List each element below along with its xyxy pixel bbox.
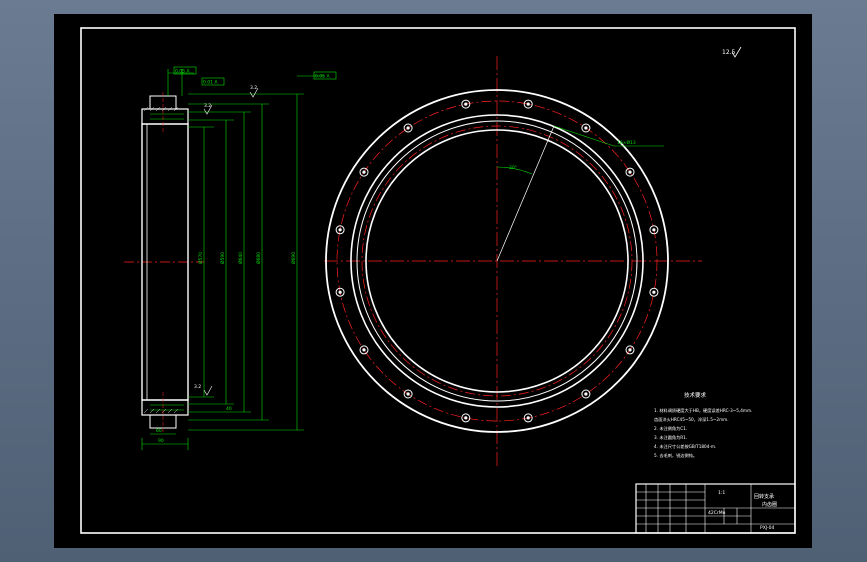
section-view: 0.05 A 0.01 A 0.05 A 3.2 3.2 3.2 Ø570 Ø5… xyxy=(124,66,337,450)
bolt-hole-center xyxy=(464,102,468,106)
technical-notes: 技术要求 1. 材料调质硬度大于HB，硬度误差HRC-3~5,4mm. 齿面淬火… xyxy=(654,391,752,459)
drawing-sheet: 12.5 0.05 A 0.01 A 0.05 A 3.2 3.2 3.2 Ø5… xyxy=(54,14,812,548)
drawing-canvas: 12.5 0.05 A 0.01 A 0.05 A 3.2 3.2 3.2 Ø5… xyxy=(80,27,796,534)
dim-d2: Ø590 xyxy=(219,252,226,264)
bolt-hole-center xyxy=(526,416,530,420)
bolt-hole-center xyxy=(526,102,530,106)
dim-d4: Ø680 xyxy=(255,252,262,264)
front-view: 30° 16×Ø13 xyxy=(324,56,702,469)
bolt-hole-center xyxy=(362,170,366,174)
bolt-hole-center xyxy=(338,290,342,294)
bolt-hole-center xyxy=(464,416,468,420)
titleblock-part-name: 内齿圈 xyxy=(762,501,777,508)
dim-width: 40 xyxy=(226,406,232,412)
notes-title: 技术要求 xyxy=(684,391,707,399)
tolerance-c-text: 0.05 A xyxy=(315,74,330,80)
note-line: 3. 未注圆角为R1. xyxy=(654,434,687,441)
titleblock-drawing-no: PXJ-04 xyxy=(760,525,774,531)
note-line: 1. 材料调质硬度大于HB，硬度误差HRC-3~5,4mm. xyxy=(654,407,752,414)
dim-d3: Ø640 xyxy=(237,252,244,264)
bolt-hole-center xyxy=(652,228,656,232)
note-line: 5. 去毛刺，锐边倒钝。 xyxy=(654,452,697,459)
note-line: 4. 未注尺寸公差按GB/T1804-m. xyxy=(654,443,716,450)
roughness-a: 3.2 xyxy=(250,85,257,91)
roughness-b: 3.2 xyxy=(204,103,211,109)
top-tooth-region xyxy=(141,108,189,125)
titleblock-scale: 1:1 xyxy=(718,490,725,496)
bolt-hole-center xyxy=(652,290,656,294)
note-line: 2. 未注倒角为C1. xyxy=(654,425,687,432)
bottom-tooth-region xyxy=(141,399,189,416)
hole-callout: 16×Ø13 xyxy=(617,139,636,146)
note-line: 齿面淬火HRC45~50，淬深1.5~2mm. xyxy=(654,416,729,423)
bolt-hole-center xyxy=(406,126,410,130)
bolt-hole-center xyxy=(338,228,342,232)
dim-d5: Ø690 xyxy=(290,252,297,264)
bolt-hole-center xyxy=(584,126,588,130)
titleblock-material: 42CrMo xyxy=(708,510,726,516)
titleblock-assembly: 回转支承 xyxy=(754,493,774,500)
dim-tooth: 60 xyxy=(156,428,162,434)
angle-label: 30° xyxy=(509,165,517,171)
bolt-hole-center xyxy=(362,348,366,352)
radial-line xyxy=(496,125,555,262)
dim-bottom: 90 xyxy=(158,438,164,444)
surface-finish-symbol: 12.5 xyxy=(722,46,742,58)
bolt-hole-center xyxy=(406,392,410,396)
bolt-hole-center xyxy=(628,170,632,174)
tolerance-b-text: 0.01 A xyxy=(203,80,218,86)
roughness-c: 3.2 xyxy=(194,384,201,390)
dim-d1: Ø570 xyxy=(197,252,204,264)
bolt-hole-center xyxy=(628,348,632,352)
bolt-hole-center xyxy=(584,392,588,396)
cad-viewport: 12.5 0.05 A 0.01 A 0.05 A 3.2 3.2 3.2 Ø5… xyxy=(0,0,867,562)
tolerance-a-text: 0.05 A xyxy=(175,69,190,75)
